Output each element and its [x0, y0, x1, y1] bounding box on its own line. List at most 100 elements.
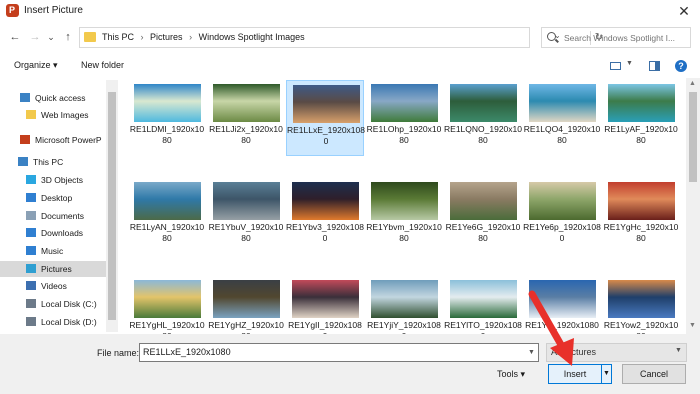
image-thumbnail — [529, 182, 596, 220]
sidebar-item-microsoft-powerp[interactable]: Microsoft PowerP — [20, 132, 102, 148]
file-grid-scrollbar[interactable]: ▲ ▼ — [686, 78, 700, 334]
address-bar[interactable]: This PC › Pictures › Windows Spotlight I… — [79, 27, 603, 48]
scroll-up-icon[interactable]: ▲ — [689, 80, 696, 87]
image-thumbnail — [134, 182, 201, 220]
file-tile[interactable]: RE1Ye6G_1920x1080 — [444, 178, 522, 254]
image-thumbnail — [608, 182, 675, 220]
file-name-label: RE1YlTO_1920x1080 — [444, 320, 522, 334]
scroll-down-icon[interactable]: ▼ — [689, 322, 696, 329]
file-name-label: RE1Yow2_1920x1080 — [603, 320, 679, 334]
breadcrumb: This PC › Pictures › Windows Spotlight I… — [102, 32, 309, 42]
file-grid-scroll-thumb[interactable] — [689, 92, 697, 182]
up-arrow-icon[interactable]: ↑ — [61, 30, 75, 44]
file-tile[interactable]: RE1Ybv3_1920x1080 — [286, 178, 364, 254]
file-tile[interactable]: RE1LLxE_1920x1080 — [286, 80, 365, 156]
sidebar-item-documents[interactable]: Documents — [26, 208, 84, 224]
search-icon — [547, 32, 556, 41]
file-name-label: RE1YbuV_1920x1080 — [208, 222, 284, 243]
dialog-footer: File name: RE1LLxE_1920x1080 ▼ All Pictu… — [0, 334, 700, 394]
organize-button[interactable]: Organize ▾ — [14, 60, 58, 71]
file-tile[interactable]: RE1YjiY_1920x1080 — [365, 276, 443, 334]
tools-button[interactable]: Tools ▾ — [497, 369, 525, 380]
image-thumbnail — [134, 280, 201, 318]
file-name-label: RE1LQO4_1920x1080 — [523, 124, 601, 145]
sidebar-item-local-disk-d[interactable]: Local Disk (D:) — [26, 314, 97, 330]
cancel-button[interactable]: Cancel — [622, 364, 686, 384]
file-tile[interactable]: RE1LOhp_1920x1080 — [365, 80, 443, 156]
file-tile[interactable]: RE1LQNO_1920x1080 — [444, 80, 522, 156]
search-input[interactable] — [562, 30, 692, 46]
file-name-label: RE1LyAN_1920x1080 — [129, 222, 205, 243]
image-thumbnail — [213, 280, 280, 318]
sidebar-scrollbar[interactable] — [106, 80, 118, 332]
back-arrow-icon[interactable]: ← — [8, 30, 22, 44]
chevron-right-icon[interactable]: › — [189, 32, 192, 42]
cube-icon — [26, 175, 36, 184]
breadcrumb-pictures[interactable]: Pictures — [150, 32, 183, 42]
image-thumbnail — [529, 84, 596, 122]
close-icon[interactable]: ✕ — [672, 1, 696, 21]
file-tile[interactable]: RE1LDMI_1920x1080 — [128, 80, 206, 156]
sidebar-item-quick-access[interactable]: Quick access — [20, 90, 86, 106]
file-tile[interactable]: RE1LQO4_1920x1080 — [523, 80, 601, 156]
preview-pane-icon[interactable] — [649, 61, 660, 71]
file-tile[interactable]: RE1Ybvm_1920x1080 — [365, 178, 443, 254]
image-thumbnail — [213, 182, 280, 220]
powerpoint-icon — [20, 135, 30, 144]
view-dropdown-icon[interactable]: ▼ — [626, 60, 633, 67]
sidebar-item-local-disk-c[interactable]: Local Disk (C:) — [26, 296, 97, 312]
sidebar-item-3d-objects[interactable]: 3D Objects — [26, 172, 83, 188]
view-options-icon[interactable] — [610, 62, 621, 70]
sidebar-item-this-pc[interactable]: This PC — [18, 154, 63, 170]
search-box[interactable] — [541, 27, 692, 48]
sidebar-item-desktop[interactable]: Desktop — [26, 190, 72, 206]
file-name-label: RE1YgII_1920x1080 — [288, 320, 362, 334]
file-name-label: RE1Ybv3_1920x1080 — [286, 222, 364, 243]
file-tile[interactable]: RE1Ye6p_1920x1080 — [523, 178, 601, 254]
file-tile[interactable]: RE1YgHc_1920x1080 — [602, 178, 680, 254]
forward-arrow-icon[interactable]: → — [28, 30, 42, 44]
new-folder-button[interactable]: New folder — [81, 60, 124, 70]
folder-icon — [26, 110, 36, 119]
file-type-dropdown-icon: ▼ — [675, 347, 682, 354]
sidebar-item-pictures[interactable]: Pictures — [0, 261, 106, 277]
file-tile[interactable]: RE1LyAN_1920x1080 — [128, 178, 206, 254]
sidebar-item-web-images[interactable]: Web Images — [26, 107, 89, 123]
red-arrow-annotation — [528, 290, 574, 366]
sidebar-item-videos[interactable]: Videos — [26, 278, 67, 294]
file-tile[interactable]: RE1YgII_1920x1080 — [286, 276, 364, 334]
music-icon — [26, 246, 36, 255]
file-name-label: RE1LJi2x_1920x1080 — [209, 124, 283, 145]
file-name-label: RE1LDMI_1920x1080 — [129, 124, 205, 145]
sidebar-item-downloads[interactable]: Downloads — [26, 225, 83, 241]
sidebar-scroll-thumb[interactable] — [108, 92, 116, 320]
arrow-shaft — [528, 290, 568, 354]
file-tile[interactable]: RE1LJi2x_1920x1080 — [207, 80, 285, 156]
help-icon[interactable]: ? — [675, 60, 687, 72]
file-tile[interactable]: RE1YbuV_1920x1080 — [207, 178, 285, 254]
file-tile[interactable]: RE1YgHZ_1920x1080 — [207, 276, 285, 334]
breadcrumb-this-pc[interactable]: This PC — [102, 32, 134, 42]
file-tile[interactable]: RE1YlTO_1920x1080 — [444, 276, 522, 334]
insert-options-dropdown[interactable]: ▼ — [602, 364, 612, 384]
chevron-right-icon[interactable]: › — [141, 32, 144, 42]
file-name-label: RE1YjiY_1920x1080 — [367, 320, 441, 334]
recent-locations-dropdown-icon[interactable]: ⌄ — [44, 30, 58, 44]
pictures-icon — [26, 264, 36, 273]
image-thumbnail — [450, 280, 517, 318]
image-thumbnail — [134, 84, 201, 122]
image-thumbnail — [292, 182, 359, 220]
file-name-field[interactable]: RE1LLxE_1920x1080 — [139, 343, 539, 362]
file-tile[interactable]: RE1Yow2_1920x1080 — [602, 276, 680, 334]
file-name-label: File name: — [97, 348, 140, 358]
sidebar-item-music[interactable]: Music — [26, 243, 63, 259]
sidebar-item-label: Local Disk (D:) — [41, 317, 97, 327]
file-tile[interactable]: RE1LyAF_1920x1080 — [602, 80, 680, 156]
sidebar-item-label: This PC — [33, 157, 64, 167]
breadcrumb-spotlight[interactable]: Windows Spotlight Images — [199, 32, 305, 42]
video-icon — [26, 281, 36, 290]
image-thumbnail — [450, 182, 517, 220]
file-tile[interactable]: RE1YgHL_1920x1080 — [128, 276, 206, 334]
navigation-pane: Quick access Web Images Microsoft PowerP Th… — [0, 80, 118, 332]
image-thumbnail — [213, 84, 280, 122]
